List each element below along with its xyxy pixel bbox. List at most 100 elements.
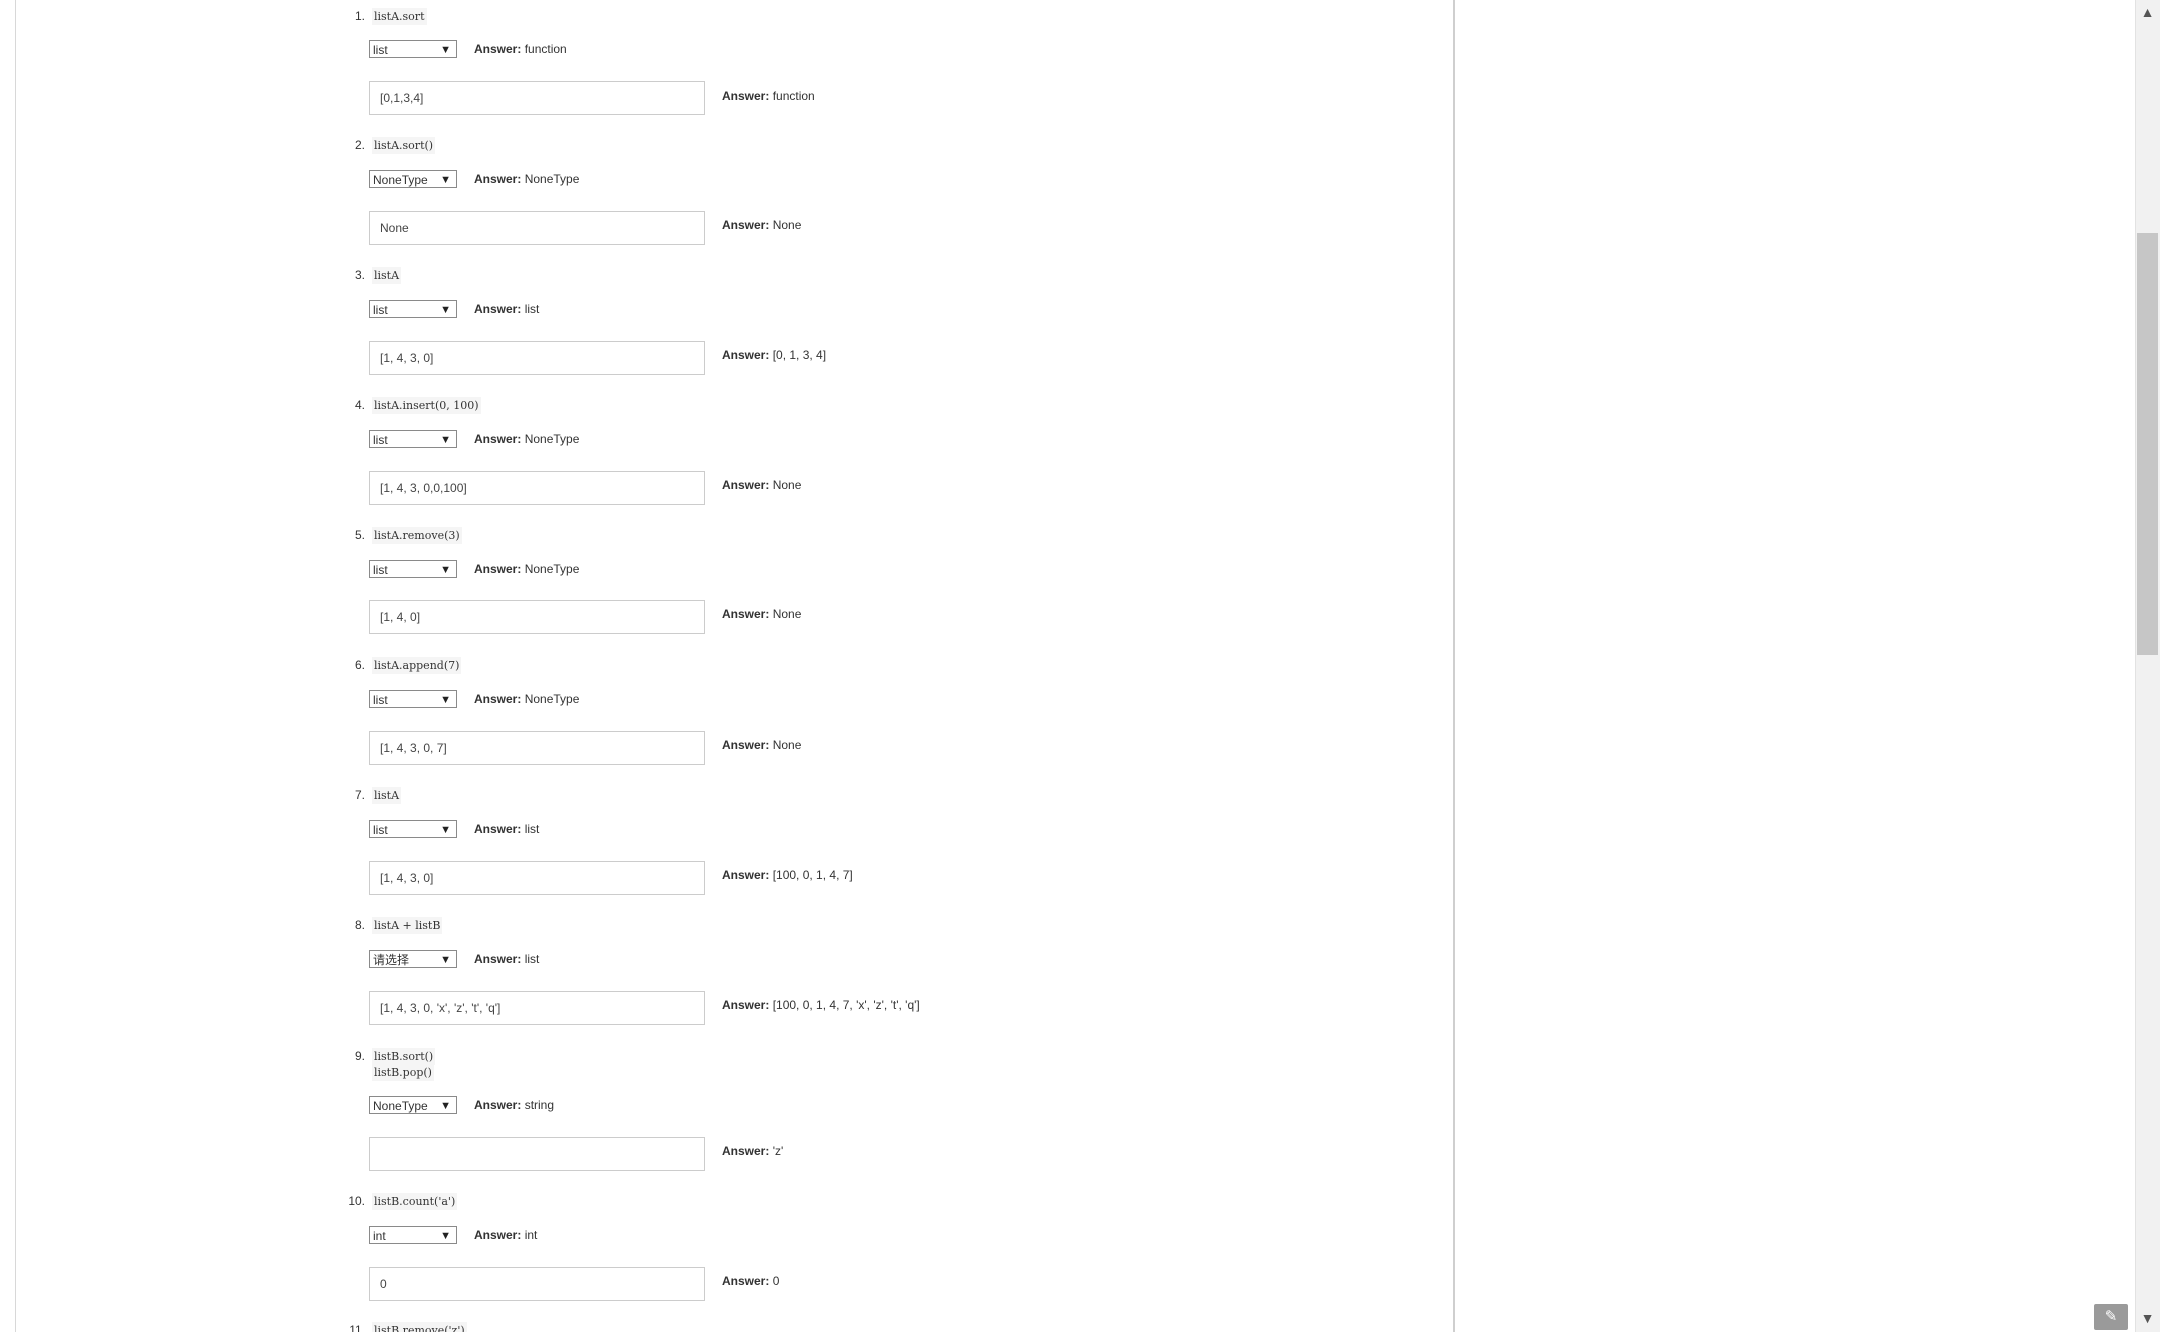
type-select[interactable]: NoneType ▼ [369, 1096, 457, 1114]
type-select-value: list [373, 433, 388, 447]
question-number: 11. [349, 1323, 365, 1332]
vertical-scrollbar[interactable] [2135, 0, 2160, 1332]
dropdown-arrow-icon: ▼ [440, 564, 451, 576]
question-number: 5. [354, 528, 365, 542]
type-select-value: list [373, 693, 388, 707]
question-number: 2. [354, 138, 365, 152]
dropdown-arrow-icon: ▼ [440, 174, 451, 186]
type-answer: Answer: NoneType [474, 432, 580, 446]
type-select[interactable]: list ▼ [369, 560, 457, 578]
question-number: 4. [354, 398, 365, 412]
dropdown-arrow-icon: ▼ [440, 434, 451, 446]
pencil-icon[interactable]: ✎ [2094, 1304, 2128, 1330]
question-number: 7. [354, 788, 365, 802]
value-input[interactable]: [1, 4, 3, 0, 7] [369, 731, 705, 765]
question-2: 2. listA.sort() NoneType ▼ Answer: NoneTy… [0, 136, 1450, 266]
value-input[interactable]: None [369, 211, 705, 245]
question-code: listB.remove('z') [372, 1322, 467, 1332]
question-code: listA.sort [372, 8, 427, 25]
type-select[interactable]: list ▼ [369, 40, 457, 58]
value-input[interactable]: [1, 4, 3, 0,0,100] [369, 471, 705, 505]
type-select-value: NoneType [373, 173, 428, 187]
question-number: 9. [354, 1049, 365, 1063]
value-answer: Answer: 'z' [722, 1144, 784, 1158]
question-6: 6. listA.append(7) list ▼ Answer: NoneTyp… [0, 655, 1450, 785]
question-code: listA.insert(0, 100) [372, 397, 481, 414]
question-10: 10. listB.count('a') int ▼ Answer: int 0 … [0, 1192, 1450, 1322]
type-answer: Answer: list [474, 822, 540, 836]
value-input[interactable]: [0,1,3,4] [369, 81, 705, 115]
value-answer: Answer: 0 [722, 1274, 780, 1288]
type-select[interactable]: 请选择 ▼ [369, 950, 457, 968]
content-right-border [1453, 0, 1455, 1332]
value-answer: Answer: function [722, 89, 815, 103]
value-input[interactable]: 0 [369, 1267, 705, 1301]
value-answer: Answer: [100, 0, 1, 4, 7, 'x', 'z', 't',… [722, 998, 920, 1012]
value-input[interactable]: [1, 4, 0] [369, 600, 705, 634]
type-select-value: list [373, 823, 388, 837]
question-11: 11. listB.remove('z') [0, 1322, 1450, 1332]
dropdown-arrow-icon: ▼ [440, 1100, 451, 1112]
question-number: 6. [354, 658, 365, 672]
type-select-value: list [373, 563, 388, 577]
value-input[interactable]: [1, 4, 3, 0] [369, 861, 705, 895]
question-4: 4. listA.insert(0, 100) list ▼ Answer: No… [0, 396, 1450, 526]
question-code: listA [372, 267, 402, 284]
question-code: listA [372, 787, 402, 804]
type-select[interactable]: list ▼ [369, 690, 457, 708]
type-select-value: 请选择 [373, 953, 410, 967]
question-code-line-2: listB.pop() [372, 1064, 434, 1081]
value-answer: Answer: None [722, 738, 802, 752]
type-select[interactable]: NoneType ▼ [369, 170, 457, 188]
type-answer: Answer: list [474, 952, 540, 966]
value-input[interactable]: [1, 4, 3, 0, 'x', 'z', 't', 'q'] [369, 991, 705, 1025]
dropdown-arrow-icon: ▼ [440, 954, 451, 966]
scrollbar-thumb[interactable] [2137, 233, 2158, 655]
dropdown-arrow-icon: ▼ [440, 1230, 451, 1242]
type-answer: Answer: NoneType [474, 692, 580, 706]
dropdown-arrow-icon: ▼ [440, 824, 451, 836]
question-1: 1. listA.sort list ▼ Answer: function [0,… [0, 6, 1450, 136]
question-8: 8. listA + listB 请选择 ▼ Answer: list [1, 4… [0, 916, 1450, 1046]
question-code: listA.sort() [372, 137, 436, 154]
question-3: 3. listA list ▼ Answer: list [1, 4, 3, 0]… [0, 266, 1450, 396]
dropdown-arrow-icon: ▼ [440, 44, 451, 56]
question-number: 1. [354, 9, 365, 23]
arrow-up-icon[interactable]: ▲ [2135, 0, 2160, 24]
question-code: listA.append(7) [372, 657, 462, 674]
dropdown-arrow-icon: ▼ [440, 694, 451, 706]
type-answer: Answer: int [474, 1228, 538, 1242]
question-code: listA + listB [372, 917, 443, 934]
value-answer: Answer: [100, 0, 1, 4, 7] [722, 868, 853, 882]
question-7: 7. listA list ▼ Answer: list [1, 4, 3, 0]… [0, 786, 1450, 916]
type-select-value: list [373, 43, 388, 57]
type-answer: Answer: list [474, 302, 540, 316]
type-select[interactable]: list ▼ [369, 300, 457, 318]
question-code-line-1: listB.sort() [372, 1048, 436, 1065]
value-answer: Answer: [0, 1, 3, 4] [722, 348, 827, 362]
arrow-down-icon[interactable]: ▼ [2135, 1306, 2160, 1330]
question-code: listA.remove(3) [372, 527, 462, 544]
type-select[interactable]: int ▼ [369, 1226, 457, 1244]
type-select-value: int [373, 1229, 386, 1243]
type-select-value: list [373, 303, 388, 317]
type-answer: Answer: NoneType [474, 562, 580, 576]
question-number: 3. [354, 268, 365, 282]
type-select-value: NoneType [373, 1099, 428, 1113]
type-answer: Answer: string [474, 1098, 555, 1112]
quiz-content: 1. listA.sort list ▼ Answer: function [0,… [0, 0, 1450, 1332]
question-5: 5. listA.remove(3) list ▼ Answer: NoneTyp… [0, 526, 1450, 656]
value-answer: Answer: None [722, 478, 802, 492]
value-answer: Answer: None [722, 218, 802, 232]
question-9: 9. listB.sort() listB.pop() NoneType ▼ An… [0, 1046, 1450, 1196]
type-answer: Answer: function [474, 42, 567, 56]
type-select[interactable]: list ▼ [369, 430, 457, 448]
type-answer: Answer: NoneType [474, 172, 580, 186]
type-select[interactable]: list ▼ [369, 820, 457, 838]
value-input[interactable] [369, 1137, 705, 1171]
value-input[interactable]: [1, 4, 3, 0] [369, 341, 705, 375]
question-number: 8. [354, 918, 365, 932]
value-answer: Answer: None [722, 607, 802, 621]
question-code: listB.count('a') [372, 1193, 458, 1210]
question-number: 10. [348, 1194, 365, 1208]
